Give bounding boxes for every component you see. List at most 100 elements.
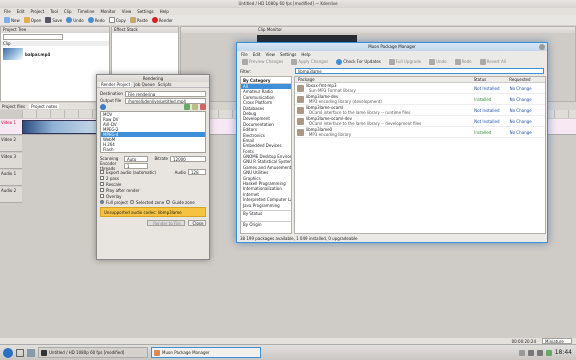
add-profile-icon[interactable] [184,104,190,110]
muon-undo-button[interactable]: Undo [427,57,448,66]
tray-network-icon[interactable] [527,349,534,356]
play-after-label: Play after render [106,187,140,193]
clip-thumbnail [3,48,23,60]
full-project-radio[interactable] [100,200,104,204]
info-icon[interactable] [100,104,106,110]
category-header[interactable]: By Category [241,77,291,84]
menu-monitor[interactable]: Monitor [101,9,116,14]
range-row: Full project Selected zone Guide zone [97,199,209,205]
muon-menu-settings[interactable]: Settings [280,52,296,57]
menu-file[interactable]: File [4,9,11,14]
save-button[interactable]: Save [43,15,64,25]
muon-menu-edit[interactable]: Edit [253,52,261,57]
project-search-input[interactable] [3,34,63,40]
undo-button[interactable]: Undo [64,15,85,25]
scanning-select[interactable]: Auto [124,155,148,162]
package-status: Not Installed [474,107,500,113]
selected-zone-radio[interactable] [130,200,134,204]
apply-changes-button[interactable]: Apply Changes [289,57,330,66]
taskbar: Untitled / HD 1080p 60 fps [modified] Mu… [0,344,576,360]
category-item[interactable]: Java Programming [241,203,291,208]
menu-tool[interactable]: Tool [50,9,58,14]
overlay-label: Overlay [106,193,122,199]
rescale-label: Rescale [106,181,122,187]
timeline-clip[interactable] [22,120,98,134]
category-item[interactable]: Interpreted Computer Languages [241,197,291,202]
redo-button[interactable]: Redo [86,15,107,25]
task-muon[interactable]: Muon Package Manager [151,347,261,358]
tray-battery-icon[interactable] [545,349,552,356]
package-description: MP3 encoding library [308,132,352,137]
export-audio-row: Export audio (automatic) Audio 128 [97,169,209,175]
rescale-checkbox[interactable] [100,182,104,186]
package-row[interactable]: libxxx-fmt-mp3 Sun-MP3 Format library Not … [295,83,545,94]
overlay-checkbox[interactable] [100,194,104,198]
package-row[interactable]: libmp3lame-dev MP3 encoding library (deve… [295,94,545,105]
revert-all-button[interactable]: Revert All [478,57,508,66]
task-kdenlive[interactable]: Untitled / HD 1080p 60 fps [modified] [38,347,148,358]
col-status[interactable]: Status [474,77,510,82]
package-row[interactable]: libmp3lame-ocaml OCaml interface to the l… [295,105,545,116]
muon-menu-help[interactable]: Help [301,52,310,57]
output-file-input[interactable]: /home/kdenlive/untitled.mp4 [125,97,206,104]
preview-changes-button[interactable]: Preview Changes [240,57,285,66]
full-upgrade-button[interactable]: Full Upgrade [387,57,423,66]
copy-button[interactable]: Copy [107,15,128,25]
paste-button[interactable]: Paste [128,15,150,25]
new-button[interactable]: New [2,15,22,25]
tray-clipboard-icon[interactable] [518,349,525,356]
tray-volume-icon[interactable] [536,349,543,356]
edit-profile-icon[interactable] [192,104,198,110]
export-audio-checkbox[interactable] [100,170,104,174]
tab-project-files[interactable]: Project files [2,104,25,109]
menu-help[interactable]: Help [160,9,169,14]
play-after-checkbox[interactable] [100,188,104,192]
bitrate-input[interactable]: 12000 [170,155,206,162]
menu-timeline[interactable]: Timeline [77,9,94,14]
by-origin-header[interactable]: By Origin [241,221,291,227]
two-pass-checkbox[interactable] [100,176,104,180]
app-launcher-icon[interactable] [3,347,13,358]
tab-job-queue[interactable]: Job Queue [134,82,155,87]
muon-menu-view[interactable]: View [265,52,275,57]
package-row[interactable]: libmp3lame0 MP3 encoding library Installed… [295,127,545,138]
delete-profile-icon[interactable] [200,104,206,110]
menu-project[interactable]: Project [30,9,44,14]
track-audio-1[interactable]: Audio 1 [0,170,22,186]
menu-settings[interactable]: Settings [137,9,153,14]
package-row[interactable]: libmp3lame-ocaml-dev OCaml interface to t… [295,116,545,127]
format-item[interactable]: Flash [101,147,205,152]
activities-icon[interactable] [16,348,24,357]
track-video-2[interactable]: Video 2 [0,136,22,152]
col-requested[interactable]: Requested [509,77,545,82]
muon-menu-file[interactable]: File [241,52,248,57]
menu-clip[interactable]: Clip [64,9,72,14]
render-to-file-button[interactable]: Render to File [147,220,185,226]
clip-item[interactable]: balpar.mp4 [3,47,107,61]
muon-redo-button[interactable]: Redo [453,57,474,66]
render-button[interactable]: Render [150,15,175,25]
clock[interactable]: 18:44 [555,349,576,356]
track-video-3[interactable]: Video 3 [0,153,22,169]
tab-scripts[interactable]: Scripts [158,82,172,87]
menu-view[interactable]: View [122,9,132,14]
col-package[interactable]: Package [295,77,474,82]
tab-project-notes[interactable]: Project notes [29,103,60,109]
tab-render-project[interactable]: Render Project [100,82,132,87]
check-updates-button[interactable]: Check For Updates [334,57,383,66]
format-list[interactable]: MOV Raw DV AVI-DV MPEG-2 MPEG-4 WebM H.2… [100,111,206,153]
destination-select[interactable]: File rendering [125,90,206,97]
menu-edit[interactable]: Edit [17,9,25,14]
export-audio-label: Export audio (automatic) [106,169,157,175]
by-status-header[interactable]: By Status [241,210,291,216]
filter-input[interactable]: libmp3lame [295,68,544,74]
desktop-icon[interactable] [27,348,35,357]
threads-input[interactable]: 1 [124,162,148,169]
open-button[interactable]: Open [22,15,44,25]
upgrade-icon [388,58,395,65]
track-audio-2[interactable]: Audio 2 [0,187,22,203]
close-button[interactable]: Close [188,220,206,226]
guide-zone-radio[interactable] [166,200,171,204]
audio-bitrate-input[interactable]: 128 [188,169,206,175]
muon-close-icon[interactable] [539,44,545,50]
